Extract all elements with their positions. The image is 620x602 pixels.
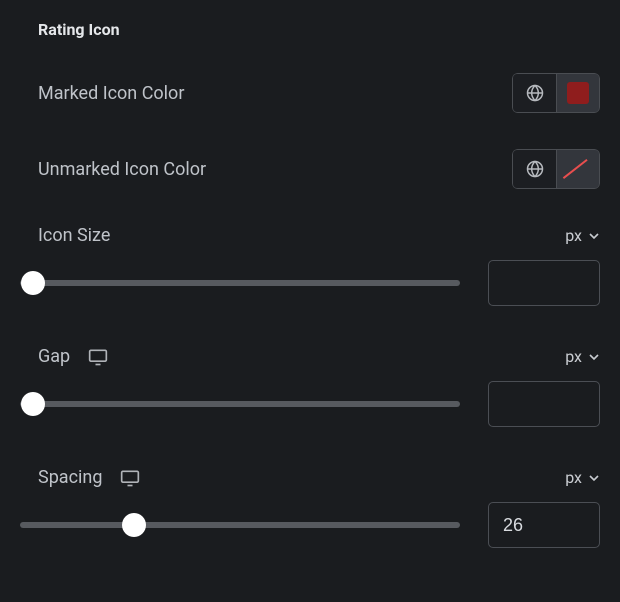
unit-select-spacing[interactable]: px: [565, 468, 600, 487]
color-swatch-button[interactable]: [556, 73, 600, 113]
slider-row-spacing: [20, 502, 600, 548]
responsive-icon[interactable]: [120, 469, 140, 487]
label-gap-text: Gap: [38, 346, 70, 367]
slider-row-icon-size: [20, 260, 600, 306]
label-marked-icon-color: Marked Icon Color: [38, 83, 184, 104]
label-spacing-text: Spacing: [38, 467, 102, 488]
label-gap: Gap: [38, 346, 108, 367]
row-gap: Gap px: [38, 346, 600, 367]
slider-thumb[interactable]: [21, 392, 45, 416]
row-icon-size: Icon Size px: [38, 225, 600, 246]
slider-spacing[interactable]: [20, 522, 460, 528]
unit-select-icon-size[interactable]: px: [565, 226, 600, 245]
unit-text: px: [565, 226, 582, 245]
global-color-button[interactable]: [512, 149, 556, 189]
input-gap[interactable]: [488, 381, 600, 427]
label-icon-size: Icon Size: [38, 225, 110, 246]
input-icon-size[interactable]: [488, 260, 600, 306]
unit-text: px: [565, 347, 582, 366]
unit-text: px: [565, 468, 582, 487]
chevron-down-icon: [588, 230, 600, 242]
color-swatch: [567, 82, 589, 104]
responsive-icon[interactable]: [88, 348, 108, 366]
slider-gap[interactable]: [20, 401, 460, 407]
slider-thumb[interactable]: [122, 513, 146, 537]
slider-icon-size[interactable]: [20, 280, 460, 286]
section-title: Rating Icon: [38, 20, 600, 39]
globe-icon: [525, 83, 545, 103]
slider-row-gap: [20, 381, 600, 427]
chevron-down-icon: [588, 351, 600, 363]
row-spacing: Spacing px: [38, 467, 600, 488]
global-color-button[interactable]: [512, 73, 556, 113]
color-picker-unmarked: [512, 149, 600, 189]
slider-thumb[interactable]: [21, 271, 45, 295]
chevron-down-icon: [588, 472, 600, 484]
color-picker-marked: [512, 73, 600, 113]
input-spacing[interactable]: [488, 502, 600, 548]
unit-select-gap[interactable]: px: [565, 347, 600, 366]
label-unmarked-icon-color: Unmarked Icon Color: [38, 159, 206, 180]
row-unmarked-icon-color: Unmarked Icon Color: [38, 149, 600, 189]
globe-icon: [525, 159, 545, 179]
no-color-icon: [566, 157, 590, 181]
row-marked-icon-color: Marked Icon Color: [38, 73, 600, 113]
color-swatch-button[interactable]: [556, 149, 600, 189]
label-spacing: Spacing: [38, 467, 140, 488]
